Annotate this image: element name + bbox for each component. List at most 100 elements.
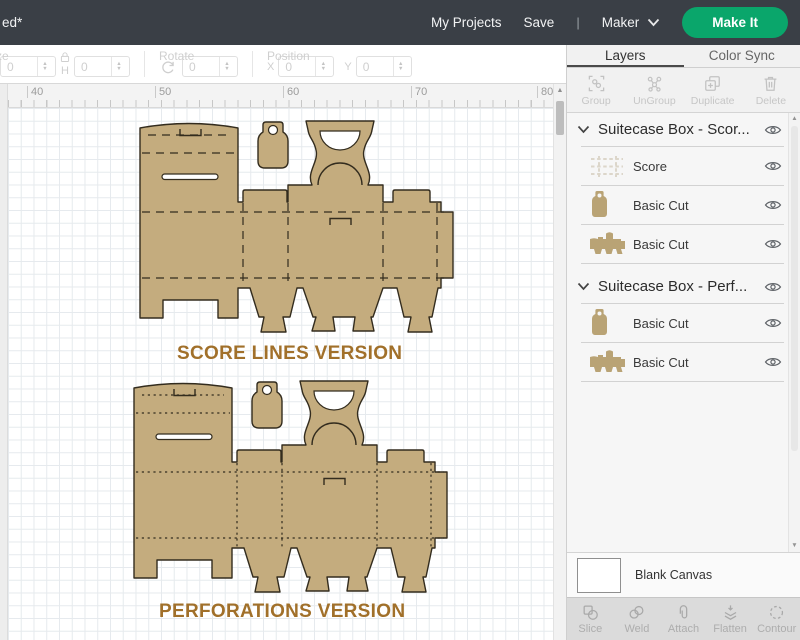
layers-panel: Layers Color Sync Group UnGroup Duplicat… [566,45,800,640]
eye-icon[interactable] [764,123,782,137]
contour-button[interactable]: Contour [753,598,800,640]
scroll-up-icon[interactable]: ▲ [789,113,800,125]
perforations-version-shape[interactable] [133,380,448,593]
delete-button[interactable]: Delete [742,68,800,112]
tab-color-sync[interactable]: Color Sync [684,45,800,67]
ungroup-label: UnGroup [633,94,676,107]
layer-row[interactable]: Basic Cut [567,186,788,224]
layer-row[interactable]: Basic Cut [567,225,788,263]
slice-button[interactable]: Slice [567,598,614,640]
position-label: Position [267,49,310,63]
weld-icon [629,605,644,619]
machine-name: Maker [601,15,640,30]
stepper-down-icon[interactable]: ▼ [42,66,47,72]
duplicate-label: Duplicate [690,94,735,107]
stepper-up-icon[interactable]: ▲ ▼ [111,57,126,76]
layer-thumbnail [589,308,633,338]
project-title: ed* [2,15,23,30]
scroll-up-icon[interactable]: ▲ [554,84,566,98]
top-bar: ed* My Projects Save | Maker Make It [0,0,800,45]
ruler-tick-marks [8,100,553,107]
eye-icon[interactable] [764,237,782,251]
perforations-version-label[interactable]: PERFORATIONS VERSION [159,601,405,623]
topbar-actions: My Projects Save | Maker Make It [431,7,788,38]
layer-actions: Group UnGroup Duplicate Delete [567,68,800,113]
weld-button[interactable]: Weld [614,598,661,640]
stepper-down-icon[interactable]: ▼ [224,66,229,72]
flatten-button[interactable]: Flatten [707,598,754,640]
score-pattern-icon [591,155,623,177]
layer-thumbnail [589,349,633,376]
contour-label: Contour [757,623,797,635]
chevron-down-icon[interactable] [577,280,590,293]
score-version-label[interactable]: SCORE LINES VERSION [177,343,402,365]
stepper-up-icon[interactable]: ▲ ▼ [219,57,234,76]
group-button[interactable]: Group [567,68,625,112]
height-value[interactable] [75,59,111,74]
stepper-down-icon[interactable]: ▼ [398,66,403,72]
vertical-ruler-edge [0,84,8,640]
duplicate-button[interactable]: Duplicate [684,68,742,112]
y-value[interactable] [356,59,393,74]
layer-label: Basic Cut [633,236,689,252]
layer-row[interactable]: Basic Cut [567,304,788,342]
layers-scrollbar[interactable]: ▲ ▼ [788,113,800,552]
my-projects-link[interactable]: My Projects [431,15,502,30]
group-icon [588,75,604,91]
stepper-up-icon[interactable]: ▲ ▼ [37,57,52,76]
ungroup-icon [647,76,662,92]
layer-group-title: Suitecase Box - Perf... [598,278,748,295]
stepper-up-icon[interactable]: ▲ ▼ [315,57,330,76]
slice-icon [583,605,598,620]
chevron-down-icon[interactable] [577,123,590,136]
ungroup-button[interactable]: UnGroup [625,68,683,112]
layer-row[interactable]: Basic Cut [567,343,788,381]
stepper-up-icon[interactable]: ▲ ▼ [392,57,408,76]
contour-icon [770,605,784,620]
eye-icon[interactable] [764,280,782,294]
size-label: ze [0,49,9,63]
eye-icon[interactable] [764,355,782,369]
layer-row[interactable]: Score [567,147,788,185]
scrollbar-thumb[interactable] [791,126,798,451]
stepper-down-icon[interactable]: ▼ [116,66,121,72]
canvas-vertical-scrollbar[interactable]: ▲ [553,84,566,640]
save-link[interactable]: Save [524,15,555,30]
chevron-down-icon [648,18,660,27]
blank-canvas-label: Blank Canvas [635,568,713,582]
layer-group-header[interactable]: Suitecase Box - Scor... [567,113,788,146]
layer-group-header[interactable]: Suitecase Box - Perf... [567,270,788,303]
blank-canvas-row[interactable]: Blank Canvas [567,552,800,597]
eye-icon[interactable] [764,316,782,330]
canvas-color-swatch[interactable] [577,557,621,593]
duplicate-icon [705,75,720,91]
ruler-tick: 80 [537,86,553,98]
ruler-tick: 70 [411,86,427,98]
tag-shape-icon [592,191,607,217]
eye-icon[interactable] [764,159,782,173]
scrollbar-thumb[interactable] [556,101,564,135]
make-it-button[interactable]: Make It [682,7,788,38]
machine-select[interactable]: Maker [602,15,661,30]
eye-icon[interactable] [764,198,782,212]
layer-label: Basic Cut [633,315,689,331]
score-version-shape[interactable] [139,120,454,333]
design-canvas[interactable]: SCORE LINES VERSION PERFORATIONS VERSION… [0,84,553,640]
toolbar-divider [252,51,253,77]
attach-label: Attach [667,623,700,635]
tab-layers[interactable]: Layers [567,45,684,67]
position-y-input[interactable]: ▲▼ [355,56,412,77]
box-template-shape-icon [590,231,625,254]
horizontal-ruler: 40 50 60 70 80 [8,84,553,108]
attach-button[interactable]: Attach [660,598,707,640]
layer-label: Basic Cut [633,354,689,370]
aspect-lock[interactable]: H [59,51,71,77]
y-axis-label: Y [344,61,352,73]
stepper-down-icon[interactable]: ▼ [321,66,326,72]
topbar-divider: | [576,15,580,30]
scroll-down-icon[interactable]: ▼ [789,540,800,552]
position-section: Position X ▲▼ Y ▲▼ [259,45,420,83]
height-input[interactable]: ▲▼ [74,56,130,77]
divider [581,263,784,264]
layer-group-title: Suitecase Box - Scor... [598,121,750,138]
